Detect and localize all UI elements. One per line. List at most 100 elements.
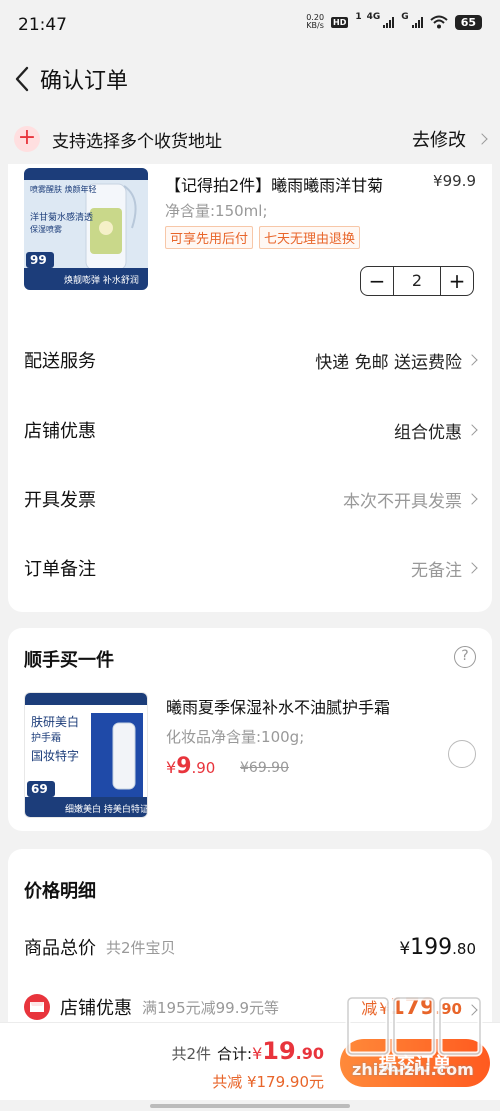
addon-image-text-1: 肤研美白	[31, 715, 80, 729]
chevron-right-icon	[466, 424, 478, 436]
address-text: 支持选择多个收货地址	[52, 131, 222, 152]
home-indicator[interactable]	[150, 1104, 350, 1108]
chevron-right-icon	[476, 133, 488, 145]
addon-image-text-2: 护手霜	[31, 733, 61, 744]
signal-g-icon	[411, 16, 423, 28]
chevron-right-icon	[466, 1003, 478, 1016]
delivery-value-text: 快递 免邮 送运费险	[315, 352, 462, 373]
increase-button[interactable]: +	[441, 267, 473, 295]
shop-discount-detail-label: 店铺优惠	[60, 998, 132, 1019]
page-title: 确认订单	[40, 69, 129, 94]
product-image-text-2: 洋甘菊水感清透	[30, 213, 94, 223]
order-note-label: 订单备注	[24, 559, 96, 580]
shop-icon	[24, 994, 50, 1020]
price-detail-title: 价格明细	[24, 881, 96, 902]
nav-bar: 确认订单	[0, 50, 500, 108]
addon-price-yen: ¥	[166, 758, 177, 777]
goods-total-dec: .80	[452, 939, 476, 958]
addon-product-name[interactable]: 曦雨夏季保湿补水不油腻护手霜	[166, 694, 390, 718]
battery-icon: 65	[454, 14, 482, 30]
goods-total-label: 商品总价	[24, 938, 96, 959]
row-order-note[interactable]: 订单备注 无备注	[24, 548, 478, 588]
product-spec[interactable]: 净含量:150ml;	[165, 200, 268, 221]
submit-order-label: 提交订单	[379, 1054, 451, 1075]
order-card: 喷雾醒肤 焕颜年轻 洋甘菊水感清透 保湿喷雾 99 焕靓嘭弹 补水舒润 【记得拍…	[8, 150, 492, 612]
tag-seven-day-return: 七天无理由退换	[259, 226, 361, 249]
product-image-price-badge: 99	[30, 253, 47, 267]
quantity-value[interactable]: 2	[393, 267, 441, 295]
addon-title: 顺手买一件	[24, 650, 114, 671]
addon-price-dec: .90	[191, 759, 216, 777]
edit-address-label: 去修改	[412, 130, 466, 151]
shop-discount-label: 店铺优惠	[24, 421, 96, 442]
hd-icon: HD	[331, 16, 349, 28]
submit-order-button[interactable]: 提交订单	[340, 1039, 490, 1087]
sum-count: 共2件	[171, 1045, 211, 1063]
product-name[interactable]: 【记得拍2件】曦雨曦雨洋甘菊	[165, 172, 383, 196]
add-address-icon: +	[14, 126, 40, 152]
sum-price: ¥19.90	[252, 1037, 324, 1065]
row-delivery[interactable]: 配送服务 快递 免邮 送运费险	[24, 340, 478, 380]
status-bar: 21:47 0.20 KB/s HD 1 4G G 65	[0, 0, 500, 50]
addon-image-price-badge: 69	[31, 782, 48, 796]
product-price: ¥99.9	[433, 172, 476, 190]
bottom-bar: 共2件 合计: ¥19.90 共减 ¥179.90元 提交订单	[0, 1022, 500, 1100]
addon-image-text-3: 国妆特字	[31, 749, 80, 763]
discount-yen: ¥	[379, 998, 390, 1018]
chevron-right-icon	[466, 493, 478, 505]
quantity-stepper: − 2 +	[360, 266, 474, 296]
product-image-text-1: 喷雾醒肤 焕颜年轻	[30, 185, 97, 194]
addon-price-int: 9	[176, 754, 192, 779]
row-shop-discount[interactable]: 店铺优惠 组合优惠	[24, 410, 478, 450]
status-time: 21:47	[18, 15, 67, 35]
signal-4g-label: 4G	[366, 12, 381, 22]
addon-product-image[interactable]: 肤研美白 护手霜 国妆特字 69 细嫩美白 持美白特证	[24, 692, 148, 818]
discount-prefix: 减	[361, 998, 378, 1018]
tag-pay-later: 可享先用后付	[165, 226, 254, 249]
addon-select-radio[interactable]	[448, 740, 476, 768]
invoice-label: 开具发票	[24, 490, 96, 511]
signal-4g-icon	[383, 16, 395, 28]
row-goods-total: 商品总价 共2件宝贝 ¥199.80	[24, 927, 476, 967]
sum-dec: .90	[295, 1044, 324, 1063]
goods-total-yen: ¥	[399, 938, 411, 959]
address-selector[interactable]: + 支持选择多个收货地址 去修改	[0, 114, 500, 164]
shop-discount-value: 组合优惠	[394, 418, 478, 443]
addon-card: 顺手买一件 ? 肤研美白 护手霜 国妆特字 69 细嫩美白 持美白特证 曦雨夏季…	[8, 628, 492, 831]
product-image[interactable]: 喷雾醒肤 焕颜年轻 洋甘菊水感清透 保湿喷雾 99 焕靓嘭弹 补水舒润	[24, 168, 148, 290]
sum-label: 合计:	[217, 1045, 253, 1063]
row-invoice[interactable]: 开具发票 本次不开具发票	[24, 479, 478, 519]
saved-amount: 共减 ¥179.90元	[212, 1073, 324, 1091]
decrease-button[interactable]: −	[361, 267, 393, 295]
net-speed: 0.20 KB/s	[306, 14, 324, 30]
delivery-label: 配送服务	[24, 351, 96, 372]
addon-product-spec: 化妆品净含量:100g;	[166, 728, 305, 746]
back-arrow-icon[interactable]	[8, 65, 36, 93]
row-shop-discount-detail[interactable]: 店铺优惠 满195元减99.9元等 减 ¥179.90	[24, 987, 478, 1027]
goods-total-price: ¥199.80	[399, 935, 476, 960]
help-icon[interactable]: ?	[454, 646, 476, 668]
invoice-value: 本次不开具发票	[343, 487, 478, 512]
chevron-right-icon	[466, 354, 478, 366]
shop-discount-value-text: 组合优惠	[394, 422, 462, 443]
status-icons: 0.20 KB/s HD 1 4G G 65	[306, 12, 482, 30]
wifi-icon	[430, 15, 448, 29]
discount-int: 179	[389, 994, 436, 1020]
product-tags: 可享先用后付 七天无理由退换	[165, 226, 361, 249]
goods-total-count: 共2件宝贝	[106, 938, 176, 957]
sum-int: 19	[262, 1037, 296, 1065]
order-note-value-text: 无备注	[411, 560, 462, 581]
goods-total-int: 199	[410, 934, 453, 960]
product-image-text-3: 保湿喷雾	[30, 225, 62, 234]
order-note-value: 无备注	[411, 556, 478, 581]
product-image-slogan: 焕靓嘭弹 补水舒润	[64, 276, 139, 286]
net-speed-unit: KB/s	[306, 21, 324, 30]
edit-address-link[interactable]: 去修改	[412, 126, 488, 152]
delivery-value: 快递 免邮 送运费险	[315, 348, 478, 373]
sim1-label: 1	[355, 12, 362, 22]
signal-g-label: G	[401, 12, 409, 22]
shop-discount-desc: 满195元减99.9元等	[142, 998, 280, 1017]
shop-discount-amount: 减 ¥179.90	[361, 994, 478, 1020]
sum-yen: ¥	[252, 1044, 263, 1063]
discount-dec: .90	[435, 999, 462, 1018]
